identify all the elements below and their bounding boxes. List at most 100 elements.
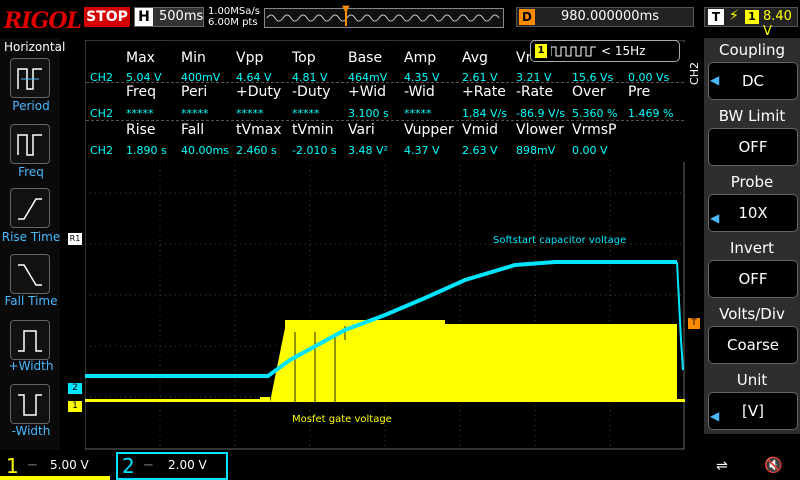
ch1-color-bar <box>0 476 110 480</box>
rise-time-button[interactable] <box>10 188 50 228</box>
trigger-source: 1 <box>745 10 759 24</box>
minus-width-label: -Width <box>11 424 51 438</box>
meas-value: ***** <box>126 107 154 120</box>
left-panel-title: Horizontal <box>4 40 66 54</box>
ch2-number: 2 <box>122 454 135 478</box>
meas-header: Vpp <box>236 50 264 66</box>
chevron-left-icon: ◀ <box>710 211 720 225</box>
square-wave-icon <box>551 46 596 57</box>
meas-header: -Rate <box>516 84 554 100</box>
run-stop-status[interactable]: STOP <box>84 7 130 27</box>
probe-value[interactable]: 10X <box>708 194 798 232</box>
delay-box[interactable]: D 980.000000ms <box>516 7 694 27</box>
memory-waveform-overview <box>264 8 504 28</box>
volts-div-value[interactable]: Coarse <box>708 326 798 364</box>
meas-channel-label: CH2 <box>90 107 113 120</box>
timebase-box[interactable]: H 500ms <box>134 7 204 27</box>
fall-time-label: Fall Time <box>4 294 58 308</box>
meas-value: 3.48 V² <box>348 144 388 157</box>
meas-value: ***** <box>181 107 209 120</box>
bw-limit-title: BW Limit <box>718 107 786 125</box>
meas-header: Peri <box>181 84 208 100</box>
ch1-status[interactable]: 1 ⎓ 5.00 V <box>0 452 110 480</box>
invert-section[interactable]: Invert OFF <box>704 236 800 302</box>
trigger-label: T <box>708 9 724 25</box>
dc-coupling-icon: ⎓ <box>144 458 153 471</box>
volts-div-section[interactable]: Volts/Div Coarse <box>704 302 800 368</box>
cap-annotation: Softstart capacitor voltage <box>493 235 626 246</box>
meas-value: ***** <box>404 107 432 120</box>
reference-marker[interactable]: R1 <box>68 233 82 245</box>
ch1-waveform <box>85 320 685 402</box>
unit-value[interactable]: [V] <box>708 392 798 430</box>
counter-channel: 1 <box>535 44 547 58</box>
trigger-level-marker[interactable]: T <box>688 318 700 329</box>
speaker-muted-icon[interactable]: 🔇 <box>764 456 783 474</box>
channel-menu: Coupling DC BW Limit OFF Probe 10X Inver… <box>704 38 800 450</box>
meas-value: -2.010 s <box>292 144 337 157</box>
rise-time-label: Rise Time <box>1 230 61 244</box>
meas-header: Vari <box>348 122 375 138</box>
meas-value: 4.37 V <box>404 144 440 157</box>
ch2-status[interactable]: 2 ⎓ 2.00 V <box>116 452 228 480</box>
horizontal-measure-panel: Horizontal Period Freq Rise Time Fall Ti… <box>0 38 65 450</box>
trigger-box[interactable]: T ⚡ 1 8.40 V <box>704 7 798 39</box>
freq-button[interactable] <box>10 124 50 164</box>
channel-status-bar: 1 ⎓ 5.00 V 2 ⎓ 2.00 V ⇌ 🔇 <box>0 452 800 480</box>
ch2-offset-marker[interactable]: 2 <box>68 383 82 394</box>
timebase-value: 500ms <box>159 9 204 24</box>
meas-header: tVmax <box>236 122 282 138</box>
meas-value: 5.360 % <box>572 107 618 120</box>
dc-coupling-icon: ⎓ <box>28 458 37 471</box>
meas-header: tVmin <box>292 122 334 138</box>
meas-divider <box>86 120 684 121</box>
sample-rate: 1.00MSa/s <box>208 6 260 17</box>
delay-label: D <box>519 9 535 25</box>
meas-value: 0.00 V <box>572 144 608 157</box>
coupling-value[interactable]: DC <box>708 62 798 100</box>
meas-value: 1.469 % <box>628 107 674 120</box>
bw-limit-section[interactable]: BW Limit OFF <box>704 104 800 170</box>
plus-width-button[interactable] <box>10 320 50 360</box>
meas-header: Amp <box>404 50 437 66</box>
counter-value: < 15Hz <box>601 44 646 58</box>
meas-header: VrmsP <box>572 122 617 138</box>
meas-value: 2.460 s <box>236 144 277 157</box>
meas-value: 40.00ms <box>181 144 229 157</box>
probe-section[interactable]: Probe 10X <box>704 170 800 236</box>
gate-annotation: Mosfet gate voltage <box>292 414 392 425</box>
minus-width-button[interactable] <box>10 384 50 424</box>
right-panel-channel-label: CH2 <box>688 62 701 85</box>
meas-header: +Wid <box>348 84 387 100</box>
freq-icon <box>17 134 42 156</box>
coupling-section[interactable]: Coupling DC <box>704 38 800 104</box>
freq-label: Freq <box>18 165 44 179</box>
trigger-position-marker-icon: ▼ <box>342 4 350 15</box>
meas-header: +Rate <box>462 84 506 100</box>
rising-edge-icon: ⚡ <box>729 8 739 24</box>
ch1-number: 1 <box>6 454 19 478</box>
meas-header: Fall <box>181 122 205 138</box>
meas-header: Max <box>126 50 155 66</box>
meas-header: Avg <box>462 50 488 66</box>
ch1-offset-marker[interactable]: 1 <box>68 401 82 412</box>
sample-info: 1.00MSa/s 6.00M pts <box>208 6 260 28</box>
meas-value: ***** <box>292 107 320 120</box>
meas-value: ***** <box>236 107 264 120</box>
brand-logo: RIGOL <box>4 8 82 34</box>
fall-time-button[interactable] <box>10 254 50 294</box>
invert-value[interactable]: OFF <box>708 260 798 298</box>
bw-limit-value[interactable]: OFF <box>708 128 798 166</box>
meas-value: -86.9 V/s <box>516 107 565 120</box>
meas-value: 898mV <box>516 144 556 157</box>
fall-time-icon <box>18 264 42 286</box>
meas-header: Pre <box>628 84 651 100</box>
meas-value: 1.84 V/s <box>462 107 507 120</box>
coupling-title: Coupling <box>718 41 786 59</box>
rise-time-icon <box>18 198 42 220</box>
unit-section[interactable]: Unit [V] <box>704 368 800 434</box>
delay-value: 980.000000ms <box>561 9 660 24</box>
top-status-bar: RIGOL STOP H 500ms 1.00MSa/s 6.00M pts ▼… <box>0 0 800 39</box>
period-button[interactable] <box>10 58 50 98</box>
frequency-counter[interactable]: 1 < 15Hz <box>530 40 680 62</box>
